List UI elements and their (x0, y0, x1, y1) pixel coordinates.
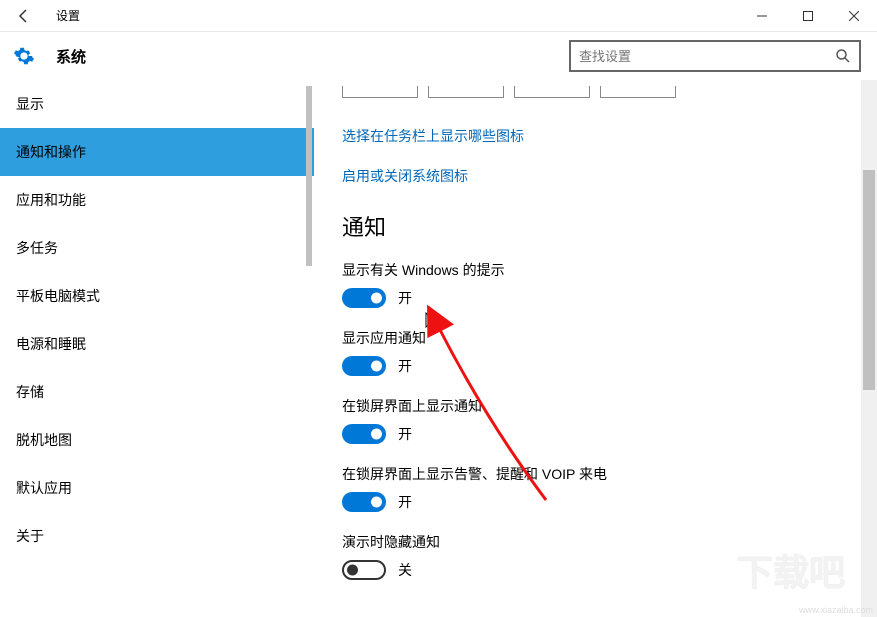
minimize-button[interactable] (739, 0, 785, 32)
toggle-state-label: 开 (398, 492, 412, 512)
setting-label: 在锁屏界面上显示通知 (342, 396, 849, 416)
toggle-state-label: 关 (398, 560, 412, 580)
sidebar-item-display[interactable]: 显示 (0, 80, 314, 128)
sidebar-item-maps[interactable]: 脱机地图 (0, 416, 314, 464)
toggle-knob (371, 429, 382, 440)
toggle-knob (371, 293, 382, 304)
sidebar-scrollbar[interactable] (306, 86, 312, 266)
sidebar-item-label: 关于 (16, 526, 44, 546)
sidebar-item-label: 显示 (16, 94, 44, 114)
toggle-state-label: 开 (398, 288, 412, 308)
link-system-icons[interactable]: 启用或关闭系统图标 (342, 166, 849, 186)
content-scrollbar-thumb[interactable] (863, 170, 875, 390)
sidebar-item-about[interactable]: 关于 (0, 512, 314, 560)
sidebar-item-label: 通知和操作 (16, 142, 86, 162)
setting-label: 演示时隐藏通知 (342, 532, 849, 552)
toggle-knob (347, 565, 358, 576)
section-title-notifications: 通知 (342, 210, 849, 242)
sidebar-item-label: 默认应用 (16, 478, 72, 498)
setting-label: 显示有关 Windows 的提示 (342, 260, 849, 280)
quick-action-tile[interactable] (342, 86, 418, 98)
search-box[interactable] (569, 40, 861, 72)
toggle-windows-tips[interactable] (342, 288, 386, 308)
sidebar-item-multitask[interactable]: 多任务 (0, 224, 314, 272)
toggle-knob (371, 361, 382, 372)
quick-action-tile[interactable] (600, 86, 676, 98)
close-button[interactable] (831, 0, 877, 32)
toggle-state-label: 开 (398, 424, 412, 444)
sidebar-item-apps[interactable]: 应用和功能 (0, 176, 314, 224)
quick-action-row-partial (342, 86, 849, 98)
sidebar-item-label: 应用和功能 (16, 190, 86, 210)
sidebar-item-label: 多任务 (16, 238, 58, 258)
sidebar-item-label: 存储 (16, 382, 44, 402)
gear-icon (12, 44, 36, 68)
sidebar-item-label: 平板电脑模式 (16, 286, 100, 306)
sidebar-item-power[interactable]: 电源和睡眠 (0, 320, 314, 368)
sidebar-item-default-apps[interactable]: 默认应用 (0, 464, 314, 512)
quick-action-tile[interactable] (428, 86, 504, 98)
search-icon[interactable] (827, 48, 859, 64)
toggle-hide-presenting[interactable] (342, 560, 386, 580)
sidebar-item-tablet[interactable]: 平板电脑模式 (0, 272, 314, 320)
toggle-lockscreen-notifications[interactable] (342, 424, 386, 444)
toggle-app-notifications[interactable] (342, 356, 386, 376)
search-input[interactable] (571, 49, 827, 64)
page-category: 系统 (56, 46, 86, 67)
sidebar-item-label: 脱机地图 (16, 430, 72, 450)
sidebar-item-storage[interactable]: 存储 (0, 368, 314, 416)
link-taskbar-icons[interactable]: 选择在任务栏上显示哪些图标 (342, 126, 849, 146)
sidebar: 显示 通知和操作 应用和功能 多任务 平板电脑模式 电源和睡眠 存储 脱机地图 … (0, 80, 314, 617)
toggle-state-label: 开 (398, 356, 412, 376)
back-button[interactable] (0, 0, 48, 32)
toggle-knob (371, 497, 382, 508)
quick-action-tile[interactable] (514, 86, 590, 98)
sidebar-item-label: 电源和睡眠 (16, 334, 86, 354)
toggle-lockscreen-alarms[interactable] (342, 492, 386, 512)
sidebar-item-notifications[interactable]: 通知和操作 (0, 128, 314, 176)
maximize-button[interactable] (785, 0, 831, 32)
setting-label: 显示应用通知 (342, 328, 849, 348)
content-pane: 选择在任务栏上显示哪些图标 启用或关闭系统图标 通知 显示有关 Windows … (314, 80, 877, 617)
window-title: 设置 (48, 7, 80, 24)
setting-label: 在锁屏界面上显示告警、提醒和 VOIP 来电 (342, 464, 849, 484)
